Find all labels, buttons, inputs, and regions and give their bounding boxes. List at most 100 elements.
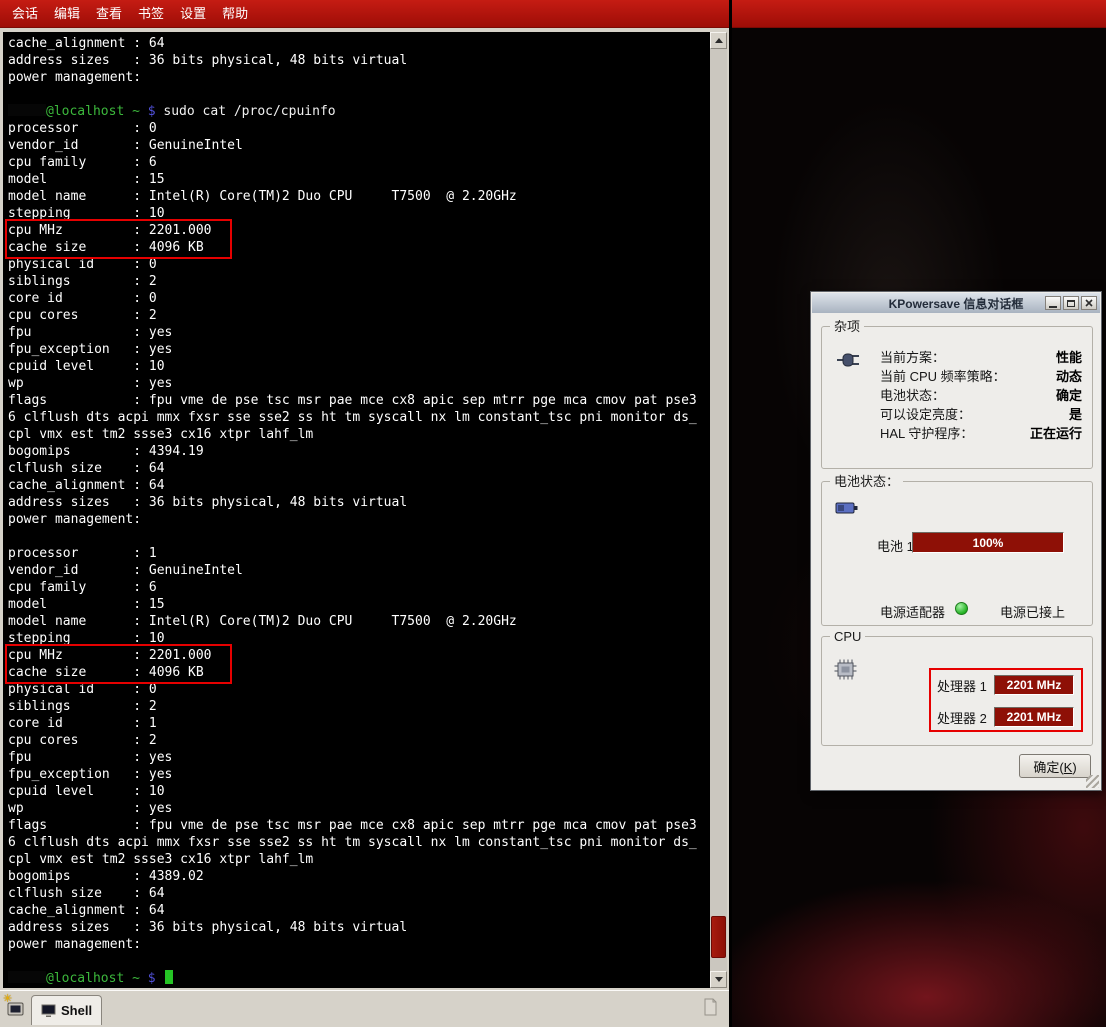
cpu-frequency-bar: 2201 MHz <box>994 675 1074 695</box>
misc-row: 当前方案：性能 <box>880 347 1082 366</box>
ok-label: 确定( <box>1033 760 1063 775</box>
terminal-prompt-line: @localhost ~ $ sudo cat /proc/cpuinfo <box>8 103 710 120</box>
terminal-line: core id : 1 <box>8 715 710 732</box>
terminal-line: address sizes : 36 bits physical, 48 bit… <box>8 919 710 936</box>
terminal-line: 6 clflush dts acpi mmx fxsr sse sse2 ss … <box>8 409 710 426</box>
session-menu-button[interactable] <box>700 997 722 1019</box>
menu-item-session[interactable]: 会话 <box>4 0 46 28</box>
misc-row: 电池状态： 确定 <box>880 385 1082 404</box>
redacted-username <box>8 971 46 983</box>
terminal-screen[interactable]: cache_alignment : 64 address sizes : 36 b… <box>3 32 710 988</box>
arrow-down-icon <box>715 977 723 982</box>
close-button[interactable] <box>1081 296 1097 310</box>
resize-grip[interactable] <box>1086 775 1099 788</box>
ok-label-end: ) <box>1072 760 1076 775</box>
dialog-title: KPowersave 信息对话框 <box>889 295 1024 312</box>
terminal-line: siblings : 2 <box>8 698 710 715</box>
battery-legend: 电池状态： <box>830 474 903 489</box>
kpowersave-dialog: KPowersave 信息对话框 杂项 当前方案：性能当前 CPU <box>810 291 1102 791</box>
terminal-line: model name : Intel(R) Core(TM)2 Duo CPU … <box>8 188 710 205</box>
terminal-line: cpl vmx est tm2 ssse3 cx16 xtpr lahf_lm <box>8 851 710 868</box>
terminal-line: vendor_id : GenuineIntel <box>8 137 710 154</box>
terminal-line: physical id : 0 <box>8 681 710 698</box>
terminal-line: fpu : yes <box>8 749 710 766</box>
misc-label: 当前方案： <box>880 347 945 366</box>
terminal-line: cache size : 4096 KB <box>8 239 710 256</box>
terminal-line: fpu : yes <box>8 324 710 341</box>
battery-progressbar: 100% <box>912 532 1064 553</box>
misc-label: 可以设定亮度： <box>880 404 971 423</box>
menu-item-bookmarks[interactable]: 书签 <box>130 0 172 28</box>
ok-button[interactable]: 确定(K) <box>1019 754 1091 778</box>
terminal-scrollbar[interactable] <box>710 32 727 988</box>
cpu-legend: CPU <box>830 629 865 644</box>
scrollbar-down-button[interactable] <box>710 971 727 988</box>
misc-value: 是 <box>1069 404 1082 423</box>
terminal-line: address sizes : 36 bits physical, 48 bit… <box>8 52 710 69</box>
prompt-sigil: $ <box>148 971 156 986</box>
background-window-titlebar[interactable] <box>732 0 1106 28</box>
konsole-window: 会话编辑查看书签设置帮助 cache_alignment : 64 address… <box>0 0 729 1027</box>
terminal-line: cache size : 4096 KB <box>8 664 710 681</box>
terminal-prompt-line: @localhost ~ $ <box>8 970 710 987</box>
battery-group: 电池状态： 电池 1 100% 电源适配器 电源已接上 <box>821 481 1093 626</box>
menu-item-edit[interactable]: 编辑 <box>46 0 88 28</box>
cpu-frequency-value: 2201 MHz <box>1007 710 1062 724</box>
terminal-line: wp : yes <box>8 375 710 392</box>
tab-shell[interactable]: Shell <box>31 995 102 1025</box>
misc-row: 当前 CPU 频率策略：动态 <box>880 366 1082 385</box>
dialog-titlebar[interactable]: KPowersave 信息对话框 <box>812 293 1100 313</box>
terminal-line: power management: <box>8 511 710 528</box>
misc-rows: 当前方案：性能当前 CPU 频率策略：动态电池状态：确定可以设定亮度：是HAL … <box>880 347 1082 442</box>
redacted-username <box>8 104 46 116</box>
battery-icon <box>835 500 859 521</box>
terminal-line: model name : Intel(R) Core(TM)2 Duo CPU … <box>8 613 710 630</box>
misc-row: 可以设定亮度： 是 <box>880 404 1082 423</box>
maximize-icon <box>1067 300 1075 307</box>
maximize-button[interactable] <box>1063 296 1079 310</box>
menu-item-help[interactable]: 帮助 <box>214 0 256 28</box>
scrollbar-thumb[interactable] <box>711 916 726 958</box>
processor-label: 处理器 2 <box>937 708 994 727</box>
adapter-led-icon <box>955 602 968 615</box>
terminal-output: cache_alignment : 64 address sizes : 36 b… <box>3 32 710 987</box>
menu-item-settings[interactable]: 设置 <box>172 0 214 28</box>
terminal-line: cpu cores : 2 <box>8 732 710 749</box>
cpu-processor-row: 处理器 2 2201 MHz <box>937 707 1074 727</box>
battery-label: 电池 1 <box>877 536 914 555</box>
menu-item-view[interactable]: 查看 <box>88 0 130 28</box>
adapter-label: 电源适配器 <box>880 602 945 621</box>
terminal-line: siblings : 2 <box>8 273 710 290</box>
cpu-icon <box>834 659 857 685</box>
close-icon <box>1085 299 1093 307</box>
new-session-button[interactable]: ✳ <box>3 995 29 1021</box>
terminal-line: fpu_exception : yes <box>8 341 710 358</box>
terminal-line: bogomips : 4389.02 <box>8 868 710 885</box>
cpu-processor-row: 处理器 1 2201 MHz <box>937 675 1074 695</box>
terminal-line: bogomips : 4394.19 <box>8 443 710 460</box>
tab-label: Shell <box>61 1003 92 1018</box>
scrollbar-up-button[interactable] <box>710 32 727 49</box>
misc-label: 电池状态： <box>880 385 945 404</box>
cpu-frequency-value: 2201 MHz <box>1007 678 1062 692</box>
arrow-up-icon <box>715 38 723 43</box>
terminal-line: cpuid level : 10 <box>8 358 710 375</box>
misc-value: 确定 <box>1056 385 1082 404</box>
prompt-command: sudo cat /proc/cpuinfo <box>163 104 335 119</box>
terminal-line: wp : yes <box>8 800 710 817</box>
document-icon <box>700 997 720 1017</box>
processor-label: 处理器 1 <box>937 676 994 695</box>
misc-group: 杂项 当前方案：性能当前 CPU 频率策略：动态电池状态：确定可以设定亮度：是H… <box>821 326 1093 469</box>
terminal-line: processor : 1 <box>8 545 710 562</box>
terminal-cursor <box>165 970 173 984</box>
misc-label: 当前 CPU 频率策略： <box>880 366 1006 385</box>
window-buttons <box>1045 296 1097 310</box>
battery-percent: 100% <box>973 536 1004 550</box>
terminal-line: cpl vmx est tm2 ssse3 cx16 xtpr lahf_lm <box>8 426 710 443</box>
prompt-host: @localhost ~ <box>46 104 140 119</box>
terminal-line: power management: <box>8 936 710 953</box>
terminal-line: cache_alignment : 64 <box>8 477 710 494</box>
prompt-sigil: $ <box>148 104 156 119</box>
minimize-button[interactable] <box>1045 296 1061 310</box>
terminal-line <box>8 953 710 970</box>
